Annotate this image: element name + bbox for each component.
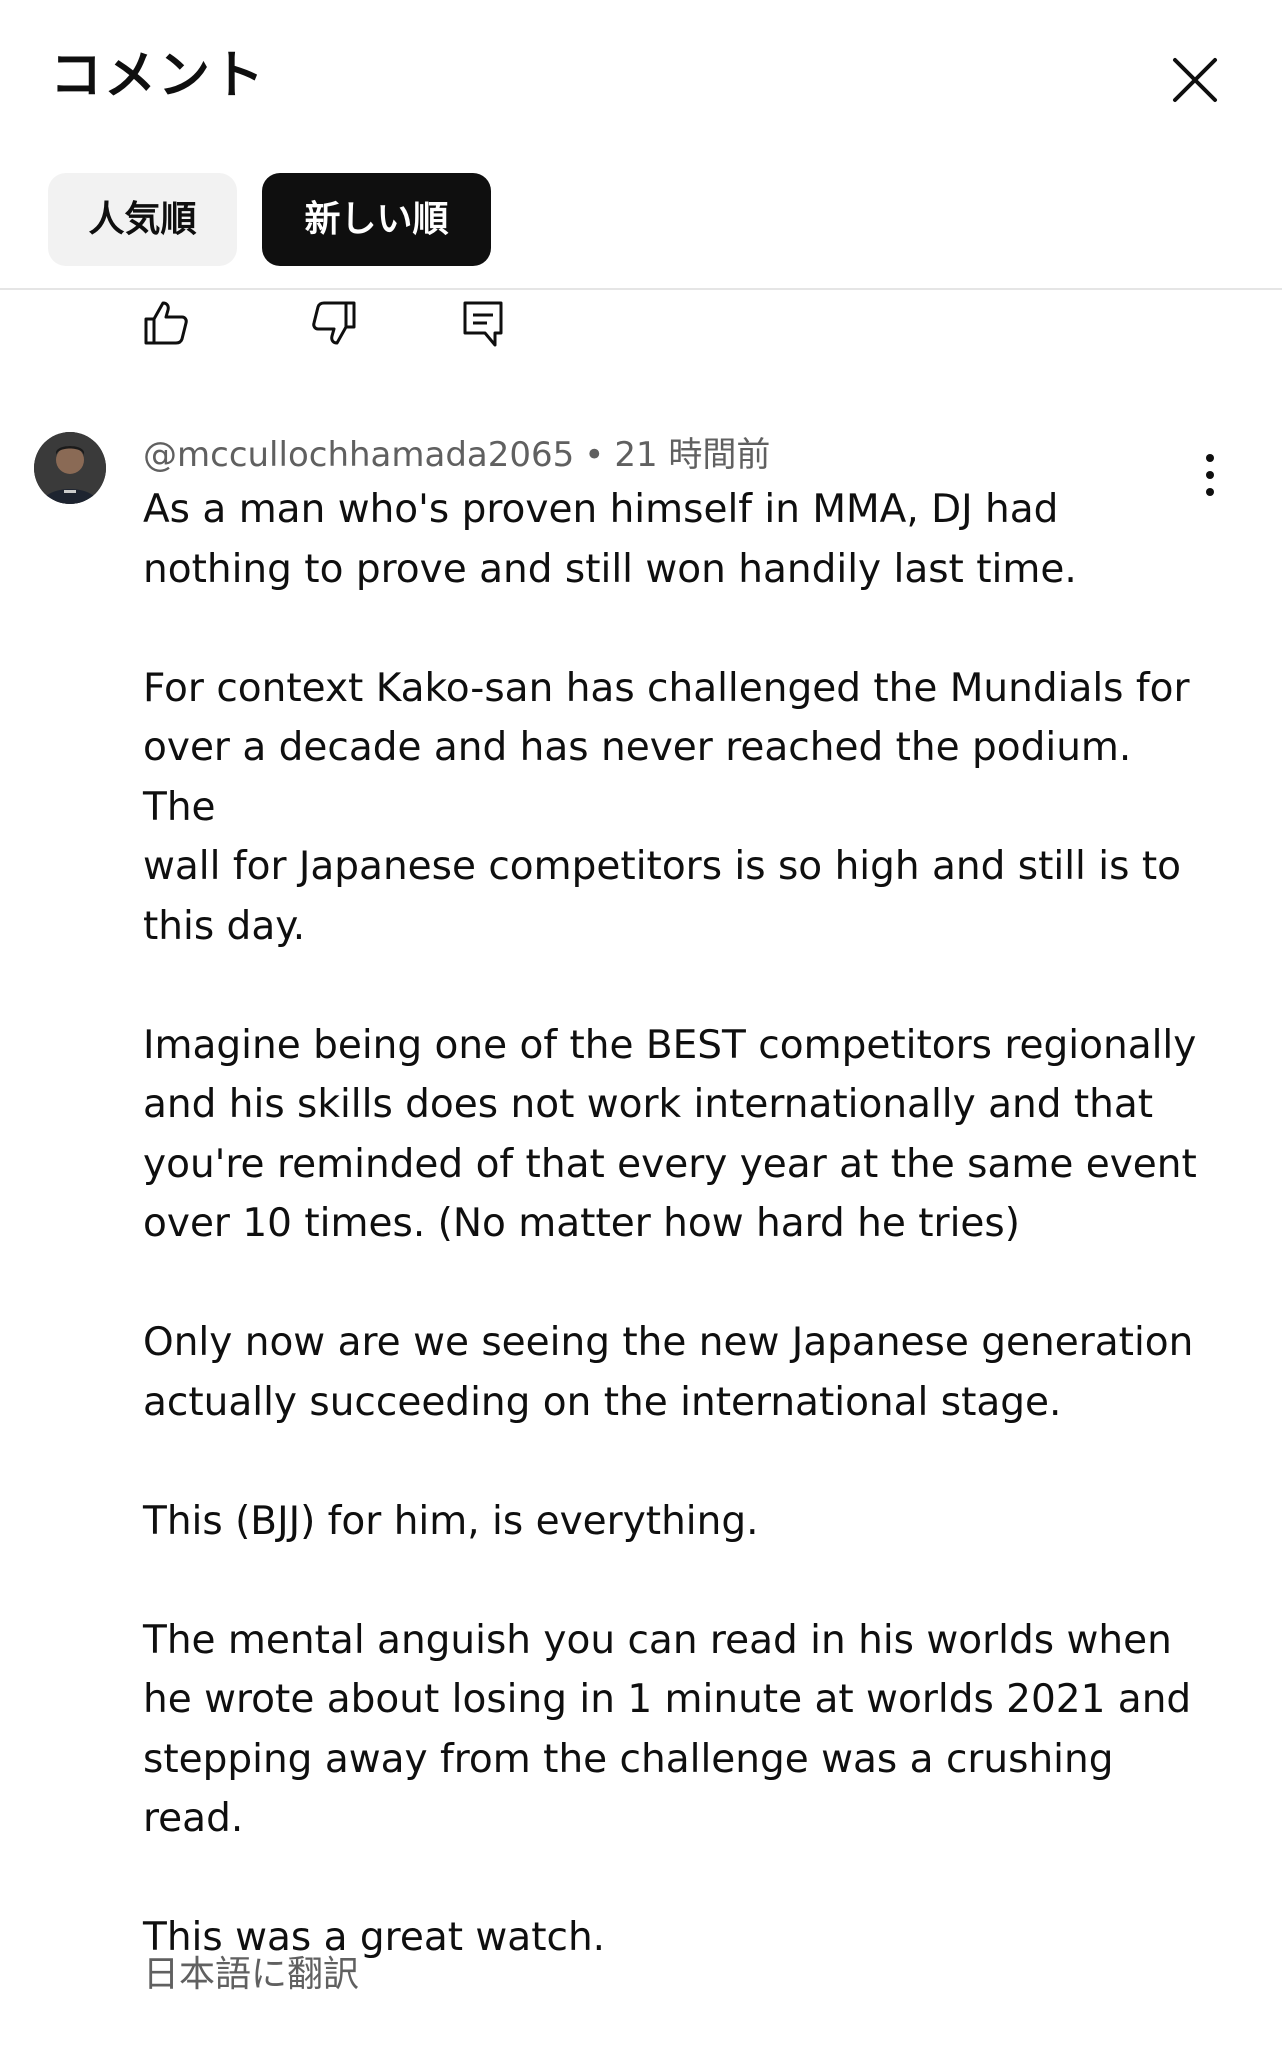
comment-paragraph: As a man who's proven himself in MMA, DJ… <box>143 487 1077 592</box>
close-icon <box>1173 58 1217 102</box>
reply-icon <box>463 301 503 347</box>
avatar-image <box>34 432 106 504</box>
comment-author[interactable]: @mccullochhamada2065 <box>143 435 574 475</box>
comment-meta: @mccullochhamada2065 • 21 時間前 <box>143 432 770 478</box>
avatar[interactable] <box>34 432 106 504</box>
comments-header: コメント 人気順 新しい順 <box>0 0 1282 290</box>
thumbs-up-icon <box>144 301 188 345</box>
meta-separator: • <box>584 435 605 475</box>
sort-chip-popular[interactable]: 人気順 <box>48 173 237 266</box>
like-button[interactable] <box>138 295 194 351</box>
thumbs-down-icon <box>312 301 356 345</box>
comment-paragraph: Only now are we seeing the new Japanese … <box>143 1320 1194 1425</box>
dislike-button[interactable] <box>306 295 362 351</box>
comment-paragraph: This (BJJ) for him, is everything. <box>143 1498 759 1544</box>
comment-paragraph: Imagine being one of the BEST competitor… <box>143 1022 1197 1247</box>
comment-paragraph: The mental anguish you can read in his w… <box>143 1617 1192 1842</box>
close-button[interactable] <box>1160 45 1230 115</box>
comment-body: As a man who's proven himself in MMA, DJ… <box>143 480 1203 1968</box>
comment-paragraph: For context Kako-san has challenged the … <box>143 665 1190 949</box>
sort-chip-newest[interactable]: 新しい順 <box>262 173 491 266</box>
reply-button[interactable] <box>455 295 511 351</box>
translate-link[interactable]: 日本語に翻訳 <box>143 1950 359 2000</box>
previous-comment-actions <box>0 295 1282 355</box>
comment-time: 21 時間前 <box>614 435 771 475</box>
panel-title: コメント <box>50 46 267 106</box>
